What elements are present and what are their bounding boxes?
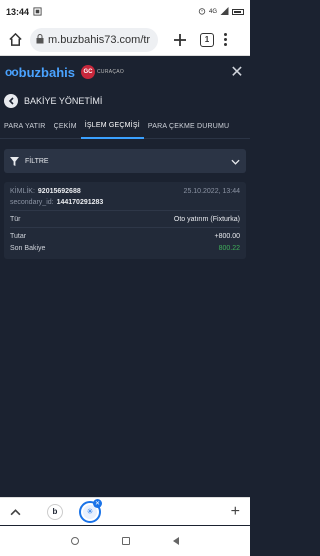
transaction-id-value: 92015692688 — [37, 188, 81, 195]
signal-icon — [220, 7, 229, 17]
browser-bottom-bar: b ✳ ✕ + — [0, 497, 250, 525]
type-label: Tür — [10, 215, 21, 223]
status-right: 4G — [198, 7, 244, 17]
tab-withdraw-status[interactable]: PARA ÇEKME DURUMU — [144, 115, 233, 139]
plus-icon[interactable]: + — [231, 503, 240, 521]
url-text: m.buzbahis73.com/tr — [48, 33, 151, 46]
browser-toolbar: m.buzbahis73.com/tr 1 — [0, 24, 250, 56]
filter-toggle[interactable]: FİLTRE — [4, 149, 246, 173]
divider — [10, 210, 240, 211]
divider — [10, 227, 240, 228]
secondary-id-row: secondary_id: 144170291283 — [10, 197, 240, 208]
balance-label: Son Bakiye — [10, 244, 46, 252]
balance-tabs: PARA YATIR ÇEKİM İŞLEM GEÇMİŞİ PARA ÇEKM… — [0, 115, 250, 139]
screenshot-icon — [33, 6, 42, 18]
tabs-count-button[interactable]: 1 — [200, 32, 214, 47]
secondary-id-value: 144170291283 — [56, 199, 104, 206]
chevron-up-icon[interactable] — [10, 505, 21, 519]
menu-icon[interactable] — [224, 33, 227, 46]
chevron-left-icon — [8, 97, 14, 105]
close-tab-icon[interactable]: ✕ — [93, 498, 102, 508]
amount-value: +800.00 — [214, 232, 241, 240]
lock-icon — [36, 31, 44, 49]
system-nav-bar — [0, 526, 250, 556]
new-tab-button[interactable] — [170, 30, 190, 50]
type-row: Tür Oto yatırım (Fixturka) — [10, 213, 240, 225]
transaction-date: 25.10.2022, 13:44 — [183, 188, 240, 195]
screen: 13:44 4G m.buzbahis73.com/tr 1 oo buzbah… — [0, 0, 250, 556]
gc-license-text: CURAÇAO — [97, 69, 125, 75]
transaction-id-row: KİMLİK: 92015692688 25.10.2022, 13:44 — [10, 186, 240, 197]
alarm-icon — [198, 7, 206, 17]
amount-row: Tutar +800.00 — [10, 230, 240, 242]
site-logo[interactable]: oo buzbahis — [5, 65, 75, 80]
tab-withdraw[interactable]: ÇEKİM — [50, 115, 81, 139]
logo-text: buzbahis — [18, 64, 76, 80]
page-title-row: BAKİYE YÖNETİMİ — [0, 88, 250, 114]
close-icon[interactable]: ✕ — [229, 62, 245, 82]
transaction-id-label: KİMLİK: — [10, 188, 35, 195]
battery-icon — [232, 9, 244, 15]
status-bar: 13:44 4G — [0, 0, 250, 24]
recents-button[interactable] — [71, 537, 80, 545]
home-button[interactable] — [121, 537, 130, 545]
tab-thumbnail[interactable]: b — [47, 503, 63, 520]
back-button[interactable] — [4, 94, 18, 108]
site-header: oo buzbahis GC CURAÇAO ✕ — [0, 57, 250, 87]
home-icon[interactable] — [4, 29, 26, 51]
balance-row: Son Bakiye 800.22 — [10, 242, 240, 254]
tab-deposit[interactable]: PARA YATIR — [0, 115, 50, 139]
type-value: Oto yatırım (Fixturka) — [173, 215, 240, 223]
back-nav-button[interactable] — [172, 537, 179, 545]
filter-label: FİLTRE — [25, 157, 49, 165]
network-type: 4G — [208, 9, 217, 15]
tab-transaction-history[interactable]: İŞLEM GEÇMİŞİ — [80, 115, 144, 139]
active-tab-thumbnail[interactable]: ✳ ✕ — [79, 498, 102, 523]
status-time: 13:44 — [6, 7, 30, 17]
balance-value: 800.22 — [218, 244, 240, 252]
transaction-card: KİMLİK: 92015692688 25.10.2022, 13:44 se… — [4, 182, 246, 259]
chevron-down-icon — [231, 152, 240, 170]
amount-label: Tutar — [10, 232, 27, 240]
logo-mark: oo — [5, 65, 19, 79]
filter-icon — [10, 156, 19, 166]
address-bar[interactable]: m.buzbahis73.com/tr — [30, 27, 158, 52]
gc-license-badge: GC — [81, 65, 96, 79]
secondary-id-label: secondary_id: — [10, 199, 54, 206]
page-title: BAKİYE YÖNETİMİ — [24, 96, 103, 106]
